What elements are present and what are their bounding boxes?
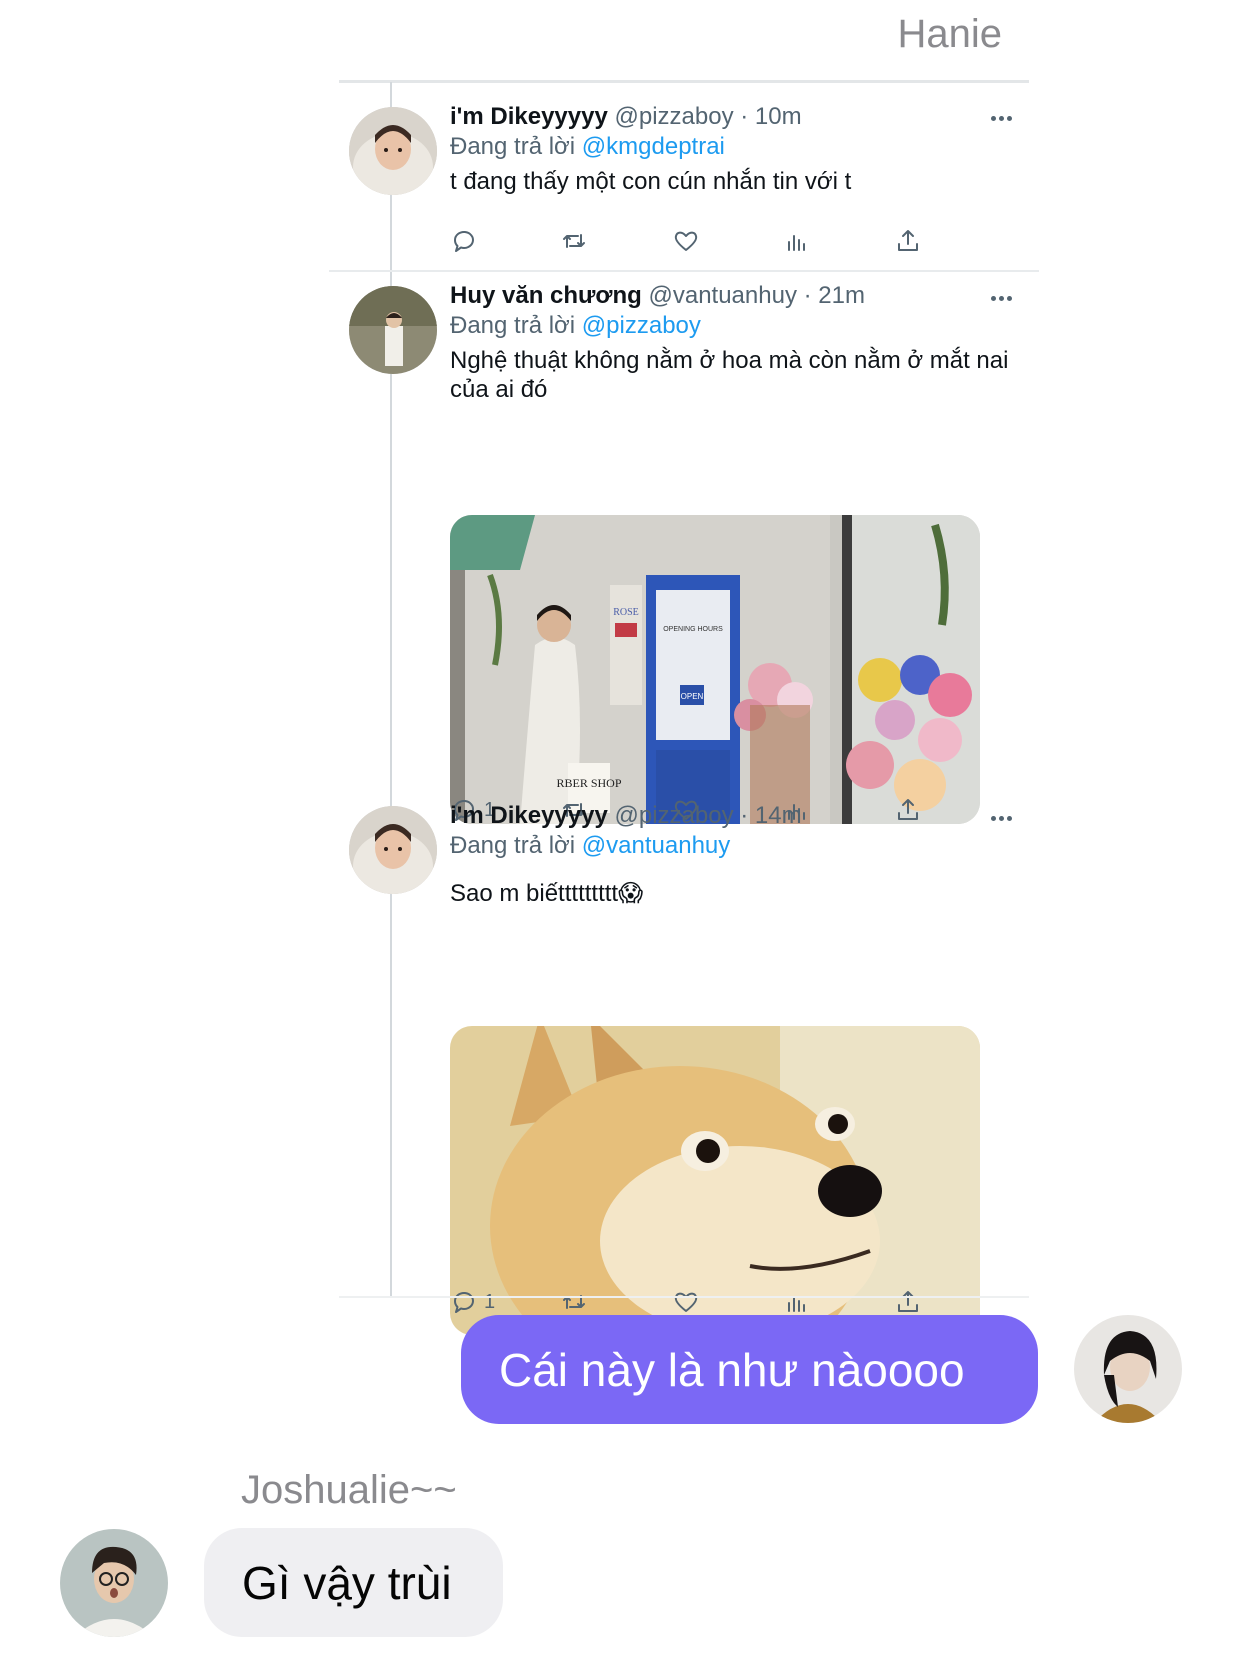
replying-prefix: Đang trả lời: [450, 133, 576, 160]
sign-rose: ROSE: [613, 607, 639, 618]
avatar-hanie[interactable]: [1074, 1315, 1182, 1423]
replying-to: Đang trả lời @pizzaboy: [450, 311, 1015, 341]
tweet-header: i'm Dikeyyyyy @pizzaboy · 14m: [450, 801, 1015, 831]
tweet-text: Nghệ thuật không nằm ở hoa mà còn nằm ở …: [450, 347, 1009, 403]
tweet-header: i'm Dikeyyyyy @pizzaboy · 10m: [450, 102, 1015, 132]
retweet-button[interactable]: [560, 1287, 588, 1317]
timestamp: · 21m: [803, 282, 865, 309]
like-button[interactable]: [672, 226, 700, 256]
timestamp: · 10m: [740, 103, 802, 130]
avatar-photo: [349, 286, 437, 374]
tweet-text: Sao m biếttttttttt😱: [450, 880, 644, 907]
handle[interactable]: @pizzaboy: [615, 103, 734, 130]
avatar-photo: [349, 806, 437, 894]
shared-tweet-thread[interactable]: i'm Dikeyyyyy @pizzaboy · 10m Đang trả l…: [329, 80, 1039, 1335]
display-name[interactable]: i'm Dikeyyyyy: [450, 103, 608, 130]
tweet-divider: [329, 270, 1039, 272]
sign-opening-hours: OPENING HOURS: [663, 626, 723, 633]
display-name[interactable]: Huy văn chương: [450, 282, 642, 309]
views-icon: [788, 235, 805, 251]
views-icon: [788, 1296, 805, 1312]
reply-icon: [453, 230, 474, 252]
reply-button[interactable]: 1: [450, 1287, 495, 1317]
share-button[interactable]: [894, 1287, 922, 1317]
handle[interactable]: @pizzaboy: [615, 802, 734, 829]
share-button[interactable]: [894, 226, 922, 256]
replying-to: Đang trả lời @kmgdeptrai: [450, 132, 1015, 162]
tweet-header: Huy văn chương @vantuanhuy · 21m: [450, 281, 1015, 311]
retweet-icon: [563, 234, 585, 248]
replying-prefix: Đang trả lời: [450, 312, 576, 339]
tweet-body: Huy văn chương @vantuanhuy · 21m Đang tr…: [450, 281, 1015, 404]
outgoing-message-bubble[interactable]: Cái này là như nàoooo: [461, 1315, 1038, 1424]
retweet-button[interactable]: [560, 226, 588, 256]
mention-link[interactable]: @kmgdeptrai: [582, 133, 725, 160]
reply-button[interactable]: [450, 226, 484, 256]
avatar-photo: [60, 1529, 168, 1637]
flower-shop-photo: ROSE OPENING HOURS OPEN RBER SHOP: [450, 515, 980, 824]
tweet-actions: 1: [450, 1287, 970, 1317]
outgoing-message-text: Cái này là như nàoooo: [499, 1343, 965, 1396]
like-icon: [674, 231, 698, 251]
timestamp: · 14m: [740, 802, 802, 829]
views-button[interactable]: [783, 1287, 811, 1317]
tweet-actions: [450, 226, 970, 256]
retweet-icon: [563, 1295, 585, 1309]
sign-open: OPEN: [681, 692, 704, 701]
tweet-photo-flower-shop[interactable]: ROSE OPENING HOURS OPEN RBER SHOP: [450, 515, 980, 824]
views-button[interactable]: [783, 226, 811, 256]
tweet-body: i'm Dikeyyyyy @pizzaboy · 14m Đang trả l…: [450, 801, 1015, 908]
mention-link[interactable]: @vantuanhuy: [582, 832, 730, 859]
tweet-body: i'm Dikeyyyyy @pizzaboy · 10m Đang trả l…: [450, 102, 1015, 196]
avatar-photo: [1074, 1315, 1182, 1423]
mention-link[interactable]: @pizzaboy: [582, 312, 701, 339]
reply-count: 1: [484, 1290, 496, 1313]
handle[interactable]: @vantuanhuy: [648, 282, 796, 309]
share-icon: [898, 230, 918, 251]
share-icon: [898, 1291, 918, 1312]
like-icon: [674, 1292, 698, 1312]
card-top-divider: [339, 80, 1029, 83]
avatar-photo: [349, 107, 437, 195]
incoming-message-text: Gì vậy trùi: [242, 1556, 452, 1609]
display-name[interactable]: i'm Dikeyyyyy: [450, 802, 608, 829]
incoming-message-bubble[interactable]: Gì vậy trùi: [204, 1528, 503, 1637]
like-button[interactable]: [672, 1287, 700, 1317]
thread-connector-line: [390, 82, 392, 1296]
avatar-joshualie[interactable]: [60, 1529, 168, 1637]
avatar[interactable]: [349, 107, 437, 195]
reply-icon: [453, 1291, 474, 1313]
replying-prefix: Đang trả lời: [450, 832, 576, 859]
sender-name-hanie: Hanie: [897, 12, 1002, 56]
sign-barber-shop: RBER SHOP: [556, 776, 621, 790]
tweet-text: t đang thấy một con cún nhắn tin với t: [450, 168, 852, 195]
replying-to: Đang trả lời @vantuanhuy: [450, 831, 1015, 861]
avatar[interactable]: [349, 286, 437, 374]
sender-name-joshualie: Joshualie~~: [241, 1468, 457, 1512]
card-bottom-divider: [339, 1296, 1029, 1298]
avatar[interactable]: [349, 806, 437, 894]
